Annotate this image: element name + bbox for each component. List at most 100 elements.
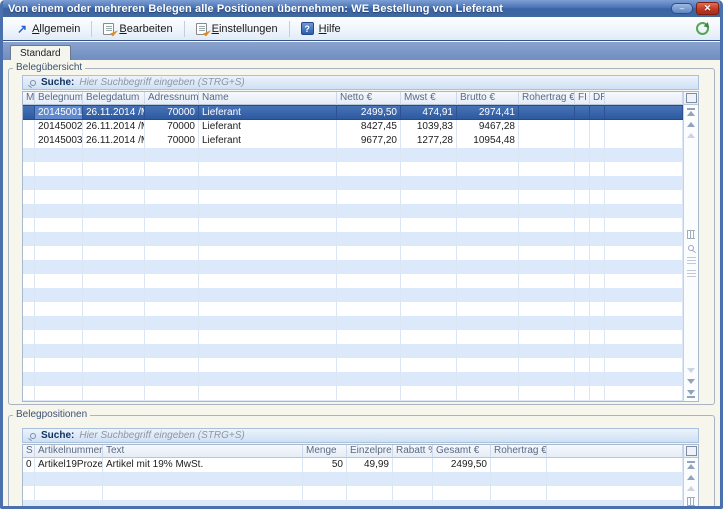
column-header-rabatt[interactable]: Rabatt % xyxy=(393,445,433,458)
empty-cell xyxy=(23,274,35,288)
scroll-up-page-icon[interactable] xyxy=(687,486,695,491)
column-header-rohertrag[interactable]: Rohertrag € xyxy=(519,92,575,105)
cell-dr[interactable] xyxy=(590,106,605,119)
column-header-belegnummer[interactable]: Belegnummer xyxy=(35,92,83,105)
cell-m[interactable] xyxy=(23,106,35,119)
cell-brutto[interactable]: 2974,41 xyxy=(457,106,519,119)
column-header-dr[interactable]: DR xyxy=(590,92,605,105)
cell-rohertrag[interactable] xyxy=(491,458,547,472)
cell-belegdatum[interactable]: 26.11.2014 /Mi xyxy=(83,134,145,148)
scroll-up-page-icon[interactable] xyxy=(687,133,695,138)
scroll-down-icon[interactable] xyxy=(687,379,695,384)
column-header-adressnumm[interactable]: Adressnumm xyxy=(145,92,199,105)
zoom-icon[interactable] xyxy=(688,245,694,251)
position-row[interactable]: 0 Artikel19Prozent Artikel mit 19% MwSt.… xyxy=(23,458,683,472)
cell-gesamt[interactable]: 2499,50 xyxy=(433,458,491,472)
cell-fi[interactable] xyxy=(575,134,590,148)
cell-s[interactable]: 0 xyxy=(23,458,35,472)
scroll-to-top-icon[interactable] xyxy=(687,108,695,116)
column-chooser-icon[interactable] xyxy=(687,94,696,102)
title-bar[interactable]: Von einem oder mehreren Belegen alle Pos… xyxy=(0,0,723,17)
cell-mwst[interactable]: 1277,28 xyxy=(401,134,457,148)
column-header-einzelpreis[interactable]: Einzelpreis € xyxy=(347,445,393,458)
cell-belegdatum[interactable]: 26.11.2014 /Mi xyxy=(83,120,145,134)
cell-mwst[interactable]: 474,91 xyxy=(401,106,457,119)
cell-dr[interactable] xyxy=(590,120,605,134)
empty-row xyxy=(23,344,683,358)
empty-cell xyxy=(35,302,83,316)
column-header-rohertrag[interactable]: Rohertrag € xyxy=(491,445,547,458)
scroll-up-icon[interactable] xyxy=(687,475,695,480)
menu-allgemein[interactable]: ↗ Allgemein xyxy=(8,20,89,38)
cell-m[interactable] xyxy=(23,134,35,148)
sort-za-icon[interactable] xyxy=(687,270,696,277)
close-button[interactable]: ✕ xyxy=(696,2,719,15)
cell-m[interactable] xyxy=(23,120,35,134)
cell-menge[interactable]: 50 xyxy=(303,458,347,472)
cell-fi[interactable] xyxy=(575,106,590,119)
cell-adressnummer[interactable]: 70000 xyxy=(145,134,199,148)
cell-brutto[interactable]: 10954,48 xyxy=(457,134,519,148)
cell-rohertrag[interactable] xyxy=(519,134,575,148)
grid-view-icon[interactable] xyxy=(687,497,695,506)
empty-cell xyxy=(23,232,35,246)
column-header-artikelnummer[interactable]: Artikelnummer xyxy=(35,445,103,458)
table-row[interactable]: 20145003 26.11.2014 /Mi 70000 Lieferant … xyxy=(23,134,683,148)
cell-adressnummer[interactable]: 70000 xyxy=(145,120,199,134)
cell-name[interactable]: Lieferant xyxy=(199,120,337,134)
cell-brutto[interactable]: 9467,28 xyxy=(457,120,519,134)
cell-netto[interactable]: 9677,20 xyxy=(337,134,401,148)
menu-einstellungen[interactable]: Einstellungen xyxy=(187,20,287,38)
empty-cell xyxy=(605,190,683,204)
cell-fi[interactable] xyxy=(575,120,590,134)
table-row-selected[interactable]: 20145001 26.11.2014 /Mi 70000 Lieferant … xyxy=(23,105,683,120)
menu-bearbeiten[interactable]: Bearbeiten xyxy=(94,20,181,38)
tab-standard[interactable]: Standard xyxy=(10,45,71,60)
cell-belegnummer[interactable]: 20145002 xyxy=(35,120,83,134)
belegpositionen-search[interactable]: Suche: Hier Suchbegriff eingeben (STRG+S… xyxy=(22,428,699,443)
cell-einzelpreis[interactable]: 49,99 xyxy=(347,458,393,472)
sort-az-icon[interactable] xyxy=(687,257,696,264)
cell-rohertrag[interactable] xyxy=(519,106,575,119)
column-header-belegdatum[interactable]: Belegdatum xyxy=(83,92,145,105)
column-header-fi[interactable]: FI xyxy=(575,92,590,105)
column-header-s[interactable]: S xyxy=(23,445,35,458)
column-header-netto[interactable]: Netto € xyxy=(337,92,401,105)
cell-name[interactable]: Lieferant xyxy=(199,106,337,119)
refresh-icon[interactable] xyxy=(696,22,709,35)
column-header-text[interactable]: Text xyxy=(103,445,303,458)
scroll-to-top-icon[interactable] xyxy=(687,461,695,469)
cell-belegnummer[interactable]: 20145003 xyxy=(35,134,83,148)
cell-belegdatum[interactable]: 26.11.2014 /Mi xyxy=(83,106,145,119)
minimize-button[interactable]: – xyxy=(671,3,693,14)
cell-artikelnummer[interactable]: Artikel19Prozent xyxy=(35,458,103,472)
cell-netto[interactable]: 8427,45 xyxy=(337,120,401,134)
scroll-down-page-icon[interactable] xyxy=(687,368,695,373)
cell-adressnummer[interactable]: 70000 xyxy=(145,106,199,119)
cell-rohertrag[interactable] xyxy=(519,120,575,134)
cell-text[interactable]: Artikel mit 19% MwSt. xyxy=(103,458,303,472)
empty-cell xyxy=(83,302,145,316)
empty-cell xyxy=(547,486,683,500)
cell-dr[interactable] xyxy=(590,134,605,148)
table-row[interactable]: 20145002 26.11.2014 /Mi 70000 Lieferant … xyxy=(23,120,683,134)
column-header-gesamt[interactable]: Gesamt € xyxy=(433,445,491,458)
cell-netto[interactable]: 2499,50 xyxy=(337,106,401,119)
empty-cell xyxy=(457,330,519,344)
column-header-name[interactable]: Name xyxy=(199,92,337,105)
column-header-m[interactable]: M xyxy=(23,92,35,105)
column-chooser-icon[interactable] xyxy=(687,447,696,455)
column-header-menge[interactable]: Menge xyxy=(303,445,347,458)
cell-mwst[interactable]: 1039,83 xyxy=(401,120,457,134)
column-header-mwst[interactable]: Mwst € xyxy=(401,92,457,105)
column-header-brutto[interactable]: Brutto € xyxy=(457,92,519,105)
cell-belegnummer[interactable]: 20145001 xyxy=(35,106,83,119)
empty-cell xyxy=(145,274,199,288)
scroll-up-icon[interactable] xyxy=(687,122,695,127)
scroll-to-bottom-icon[interactable] xyxy=(687,390,695,398)
cell-rabatt[interactable] xyxy=(393,458,433,472)
beleguebersicht-search[interactable]: Suche: Hier Suchbegriff eingeben (STRG+S… xyxy=(22,75,699,90)
cell-name[interactable]: Lieferant xyxy=(199,134,337,148)
menu-hilfe[interactable]: ? Hilfe xyxy=(292,19,350,38)
grid-view-icon[interactable] xyxy=(687,230,695,239)
